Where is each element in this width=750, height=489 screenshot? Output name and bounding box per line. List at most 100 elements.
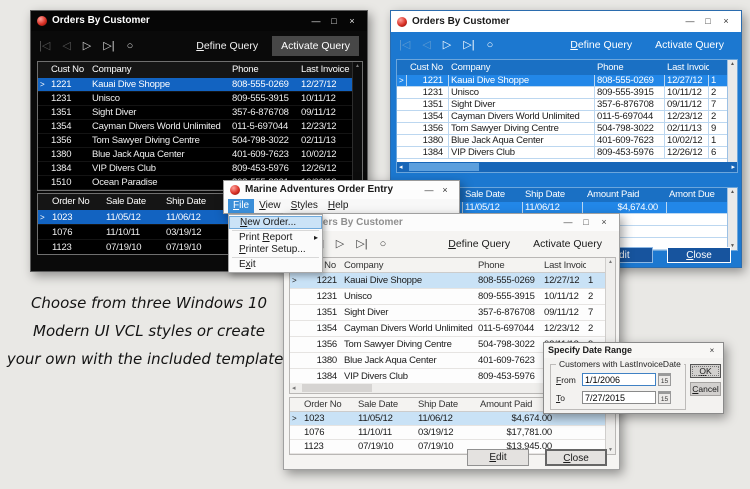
nav-prior-icon[interactable]: ◁	[62, 40, 70, 52]
vertical-scrollbar[interactable]	[352, 62, 362, 190]
maximize-icon[interactable]: □	[577, 214, 595, 231]
table-row[interactable]: 1231Unisco809-555-391510/11/122	[38, 92, 362, 106]
nav-last-icon[interactable]: ▷|	[103, 40, 114, 52]
column-header[interactable]: Ship Date	[416, 398, 476, 412]
nav-next-icon[interactable]: ▷	[443, 39, 451, 51]
define-query-button[interactable]: Define Query	[196, 40, 258, 52]
column-header[interactable]: Company	[342, 258, 476, 273]
menu-item-exit[interactable]: Ex it	[229, 259, 322, 271]
menu-view[interactable]: View	[254, 199, 286, 213]
menu-file[interactable]: File	[228, 199, 255, 213]
table-row[interactable]: 1076 11/10/11 03/19/12 $17,781.00	[290, 426, 615, 440]
column-header[interactable]: Cust No	[48, 62, 90, 78]
grid-header[interactable]: Cust NoCompanyPhoneLast Invoice	[290, 258, 615, 273]
minimize-icon[interactable]: —	[681, 11, 699, 32]
activate-query-button[interactable]: Activate Query	[646, 35, 733, 55]
nav-last-icon[interactable]: ▷|	[463, 39, 474, 51]
define-query-button[interactable]: Define Query	[570, 39, 632, 51]
column-header[interactable]: Sale Date	[356, 398, 416, 412]
horizontal-scrollbar[interactable]	[397, 162, 737, 172]
column-header[interactable]: Order No	[48, 194, 104, 210]
close-icon[interactable]: ×	[717, 11, 735, 32]
column-header[interactable]: Phone	[476, 258, 542, 273]
ok-button[interactable]: OK	[690, 364, 721, 378]
table-row[interactable]: 1380Blue Jack Aqua Center401-609-762310/…	[38, 148, 362, 162]
table-row[interactable]: 1351Sight Diver357-6-87670809/11/127	[290, 305, 615, 321]
calendar-picker-icon[interactable]: 15	[658, 391, 671, 404]
menu-help[interactable]: Help	[323, 199, 354, 213]
column-header[interactable]: Last Invoice	[542, 258, 586, 273]
close-button[interactable]: Close	[667, 247, 731, 263]
nav-prior-icon[interactable]: ◁	[422, 39, 430, 51]
activate-query-button[interactable]: Activate Query	[524, 234, 611, 254]
scrollbar-thumb[interactable]	[302, 384, 372, 392]
scrollbar-thumb[interactable]	[409, 163, 479, 171]
table-row[interactable]: >1221 Kauai Dive Shoppe 808-555-0269 12/27/…	[38, 78, 362, 92]
activate-query-button[interactable]: Activate Query	[272, 36, 359, 56]
calendar-picker-icon[interactable]: 15	[658, 373, 671, 386]
column-header[interactable]: Ship Date	[164, 194, 224, 210]
column-header[interactable]: Amont Due	[667, 188, 723, 202]
table-row[interactable]: 1384VIP Divers Club809-453-597612/26/126	[397, 146, 737, 159]
titlebar[interactable]: Specify Date Range ×	[544, 343, 723, 358]
nav-next-icon[interactable]: ▷	[83, 40, 91, 52]
table-row[interactable]: 1380Blue Jack Aqua Center401-609-762310/…	[397, 134, 737, 147]
minimize-icon[interactable]: —	[421, 181, 437, 199]
table-row[interactable]: 1356 Tom Sawyer Diving Centre 504-798-3022…	[397, 122, 737, 135]
grid-header[interactable]: Cust NoCompanyPhoneLast Invoice	[397, 60, 737, 75]
menu-styles[interactable]: Styles	[286, 199, 323, 213]
column-header[interactable]: Company	[449, 60, 595, 75]
titlebar[interactable]: Marine Adventures Order Entry — ×	[224, 181, 459, 199]
menu-item-printer-setup[interactable]: Printer Setup...	[229, 244, 322, 256]
nav-last-icon[interactable]: ▷|	[356, 238, 367, 250]
column-header[interactable]: Amount Paid	[583, 188, 667, 202]
titlebar[interactable]: Orders By Customer — □ ×	[31, 11, 367, 31]
close-button[interactable]: Close	[545, 449, 607, 466]
grid-header[interactable]: Cust NoCompanyPhoneLast Invoice	[38, 62, 362, 78]
maximize-icon[interactable]: □	[699, 11, 717, 32]
close-icon[interactable]: ×	[343, 11, 361, 31]
column-header[interactable]: Last Invoice	[665, 60, 709, 75]
column-header[interactable]: Sale Date	[463, 188, 523, 202]
column-header[interactable]: Phone	[595, 60, 665, 75]
column-header[interactable]: Sale Date	[104, 194, 164, 210]
column-header[interactable]: Order No	[300, 398, 356, 412]
table-row[interactable]: 1351Sight Diver357-6-87670809/11/127	[38, 106, 362, 120]
edit-button[interactable]: Edit	[467, 449, 529, 466]
column-header[interactable]: Cust No	[407, 60, 449, 75]
table-row[interactable]: 1231Unisco809-555-391510/11/122	[397, 86, 737, 99]
titlebar[interactable]: Orders By Customer — □ ×	[284, 214, 619, 231]
table-row[interactable]: 1384VIP Divers Club809-453-597612/26/126	[38, 162, 362, 176]
column-header[interactable]: Phone	[230, 62, 299, 78]
maximize-icon[interactable]: □	[325, 11, 343, 31]
column-header[interactable]: Company	[90, 62, 230, 78]
vertical-scrollbar[interactable]	[727, 60, 737, 172]
nav-refresh-icon[interactable]: ○	[127, 40, 134, 52]
column-header[interactable]: Ship Date	[523, 188, 583, 202]
to-date-input[interactable]	[582, 391, 656, 404]
table-row[interactable]: >1221 Kauai Dive Shoppe 808-555-0269 12/27/…	[290, 273, 615, 289]
close-icon[interactable]: ×	[705, 343, 719, 358]
from-date-input[interactable]	[582, 373, 656, 386]
nav-first-icon[interactable]: |◁	[399, 39, 410, 51]
table-row[interactable]: 1356 Tom Sawyer Diving Centre 504-798-3022…	[38, 134, 362, 148]
close-icon[interactable]: ×	[595, 214, 613, 231]
define-query-button[interactable]: Define Query	[448, 238, 510, 250]
cancel-button[interactable]: Cancel	[690, 382, 721, 396]
nav-refresh-icon[interactable]: ○	[380, 238, 387, 250]
table-row[interactable]: 1354 Cayman Divers World Unlimited 011-5-6…	[290, 321, 615, 337]
titlebar[interactable]: Orders By Customer — □ ×	[391, 11, 741, 32]
table-row[interactable]: 1231Unisco809-555-391510/11/122	[290, 289, 615, 305]
close-icon[interactable]: ×	[437, 181, 453, 199]
vertical-scrollbar[interactable]	[727, 188, 737, 250]
nav-next-icon[interactable]: ▷	[336, 238, 344, 250]
table-row[interactable]: >1221 Kauai Dive Shoppe 808-555-0269 12/27/…	[397, 74, 737, 87]
menu-item-print-report[interactable]: Print Report ▸	[229, 232, 322, 244]
table-row[interactable]: 1351Sight Diver357-6-87670809/11/127	[397, 98, 737, 111]
nav-first-icon[interactable]: |◁	[39, 40, 50, 52]
table-row[interactable]: 1354 Cayman Divers World Unlimited 011-5-6…	[397, 110, 737, 123]
table-row[interactable]: >102311/05/1211/06/12$4,674.00	[290, 412, 615, 426]
nav-refresh-icon[interactable]: ○	[487, 39, 494, 51]
table-row[interactable]: 1354 Cayman Divers World Unlimited 011-5-6…	[38, 120, 362, 134]
menu-item-new-order[interactable]: New Order...	[229, 216, 322, 229]
